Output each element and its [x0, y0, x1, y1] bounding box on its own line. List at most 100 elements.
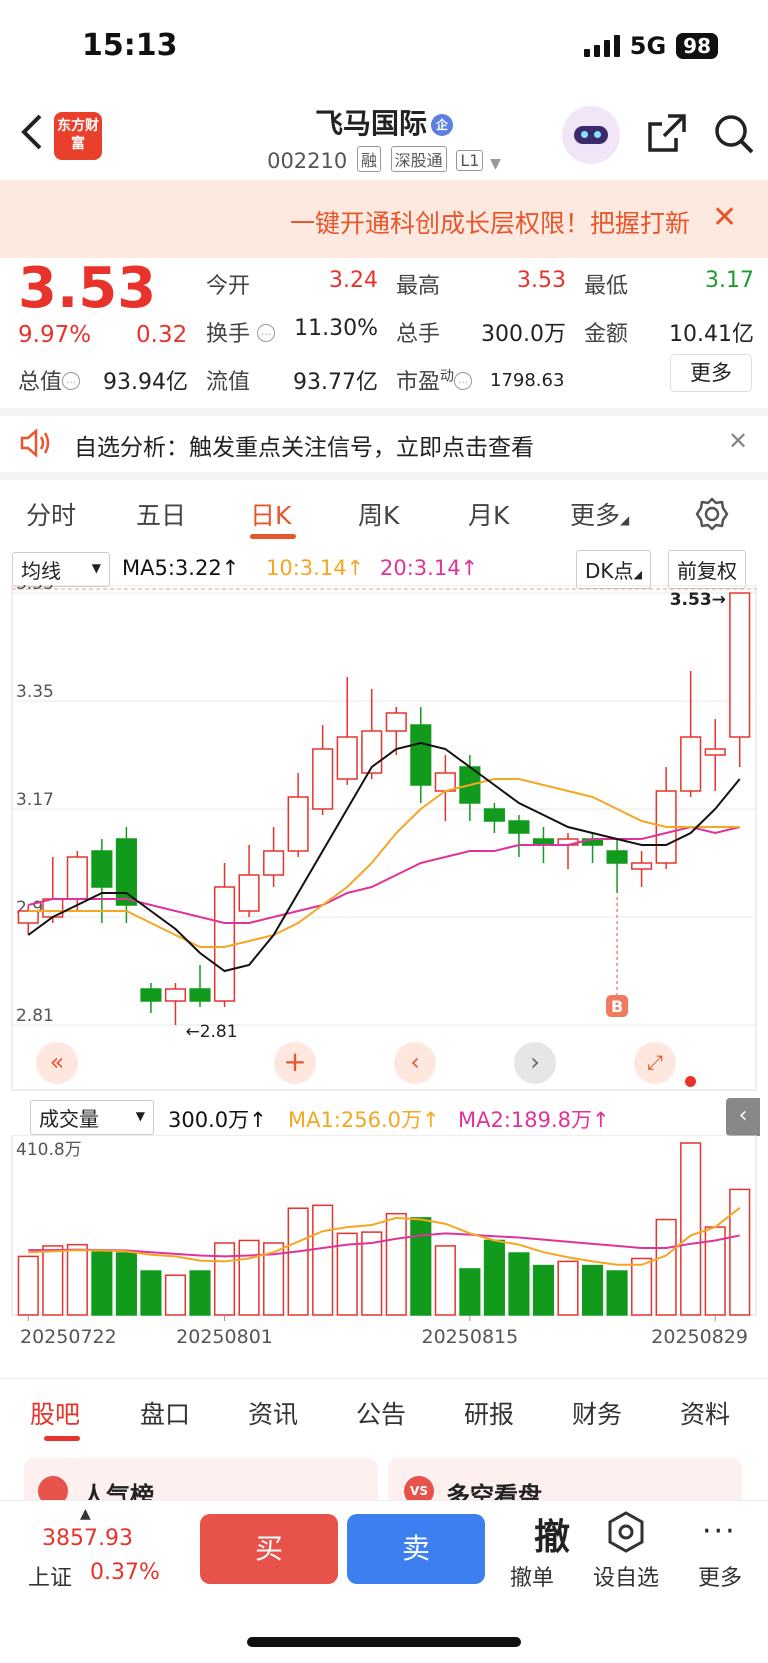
live-dot [685, 1076, 696, 1087]
volume-bar [91, 1251, 113, 1316]
zoom-in-icon[interactable]: + [274, 1042, 316, 1084]
search-icon[interactable] [712, 112, 756, 156]
tab-profile[interactable]: 资料 [680, 1395, 730, 1431]
more-button[interactable]: 更多 [680, 1560, 760, 1592]
adjust-button[interactable]: 前复权 [668, 550, 746, 589]
pe-label: 市盈动… [396, 364, 473, 396]
divider [0, 408, 768, 416]
candle-body [91, 850, 113, 888]
volume-bar [66, 1243, 88, 1316]
index-value[interactable]: 3857.93 [42, 1526, 133, 1551]
tab-more[interactable]: 更多◢ [570, 496, 629, 532]
info-icon[interactable]: … [454, 372, 473, 390]
amount-label: 金额 [584, 322, 629, 347]
change-percent: 9.97% [18, 322, 92, 348]
volume-bar [140, 1270, 162, 1316]
tab-announcements[interactable]: 公告 [356, 1395, 406, 1431]
x-tick-label: 20250722 [20, 1326, 117, 1348]
close-icon[interactable]: ✕ [728, 427, 748, 455]
current-price: 3.53 [18, 256, 157, 321]
speaker-icon [20, 428, 50, 458]
y-tick-label: 2.81 [16, 1006, 54, 1026]
volume-bar [459, 1268, 481, 1316]
open-label: 今开 [206, 274, 251, 299]
tab-monthly-k[interactable]: 月K [468, 496, 509, 532]
scroll-left-double-icon[interactable]: « [36, 1042, 78, 1084]
add-watchlist-button[interactable]: 设自选 [586, 1560, 666, 1592]
volume-bar [606, 1270, 628, 1316]
status-time: 15:13 [82, 28, 178, 63]
settings-gear-icon[interactable] [694, 496, 730, 532]
cancel-order-button[interactable]: 撤单 [492, 1560, 572, 1592]
tab-daily-k[interactable]: 日K [250, 496, 291, 532]
network-type: 5G [629, 32, 667, 60]
ma5-value: MA5:3.22↑ [122, 556, 240, 580]
volume-bar [17, 1255, 39, 1316]
volume-bar [508, 1252, 530, 1316]
tab-news[interactable]: 资讯 [248, 1395, 298, 1431]
next-icon[interactable]: › [514, 1042, 556, 1084]
ma20-value: 20:3.14↑ [380, 556, 479, 580]
tag-level: L1 [456, 150, 484, 171]
previous-icon[interactable]: ‹ [394, 1042, 436, 1084]
ma-select[interactable]: 均线 ▼ [12, 552, 110, 587]
tab-financials[interactable]: 财务 [572, 1395, 622, 1431]
info-icon[interactable]: … [62, 372, 81, 390]
status-indicators: 5G 98 [583, 32, 718, 60]
sell-button[interactable]: 卖 [347, 1514, 485, 1584]
chevron-down-icon[interactable]: ▼ [490, 156, 501, 172]
tab-research[interactable]: 研报 [464, 1395, 514, 1431]
tab-weekly-k[interactable]: 周K [358, 496, 399, 532]
candle-body [385, 712, 407, 732]
volume-bar [434, 1245, 456, 1316]
b-signal-label: B [611, 997, 623, 1016]
candle-body [189, 988, 211, 1002]
buy-button[interactable]: 买 [200, 1514, 338, 1584]
collapse-panel-icon[interactable]: ‹ [726, 1098, 760, 1136]
change-amount: 0.32 [136, 322, 188, 348]
y-tick-label: 3.35 [16, 682, 54, 702]
more-quote-button[interactable]: 更多 [670, 354, 752, 392]
amount-value: 10.41亿 [669, 322, 754, 347]
share-icon[interactable] [646, 112, 688, 154]
info-icon[interactable]: … [257, 324, 276, 342]
tab-intraday[interactable]: 分时 [26, 496, 76, 532]
more-dots-icon[interactable]: ··· [702, 1514, 737, 1549]
tab-five-day[interactable]: 五日 [136, 496, 186, 532]
notice-text[interactable]: 自选分析：触发重点关注信号，立即点击查看 [74, 428, 534, 462]
active-tab-underline [44, 1436, 80, 1441]
ai-assistant-icon[interactable] [562, 106, 620, 164]
close-icon[interactable]: ✕ [712, 200, 737, 235]
candle-body [483, 808, 505, 822]
add-watchlist-icon[interactable] [606, 1510, 646, 1554]
candle-body [680, 736, 702, 792]
volume-label: 总手 [396, 322, 441, 347]
candle-body [66, 856, 88, 900]
volume-value: 300.0万↑ [168, 1108, 267, 1132]
fullscreen-icon[interactable]: ⤢ [634, 1042, 676, 1084]
tab-order-book[interactable]: 盘口 [140, 1395, 190, 1431]
mktcap-label: 总值… [18, 364, 81, 396]
candlestick-chart[interactable]: 3.533.353.172.992.813.53→←2.81B [0, 585, 768, 1095]
high-value: 3.53 [517, 268, 566, 293]
y-tick-label: 3.17 [16, 790, 54, 810]
open-value: 3.24 [329, 268, 378, 293]
promo-text[interactable]: 一键开通科创成长层权限！把握打新 [0, 204, 700, 240]
tab-forum[interactable]: 股吧 [30, 1395, 80, 1431]
x-tick-label: 20250829 [651, 1326, 748, 1348]
volume-max-label: 410.8万 [16, 1140, 82, 1160]
candle-body [410, 724, 432, 786]
high-label: 最高 [396, 274, 441, 299]
dk-point-button[interactable]: DK点◢ [576, 550, 651, 589]
home-indicator [247, 1637, 521, 1647]
candle-body [631, 862, 653, 870]
cancel-order-icon[interactable]: 撤 [512, 1508, 592, 1560]
volume-bar [483, 1239, 505, 1316]
volume-bar [115, 1252, 137, 1316]
volume-chart[interactable]: 410.8万 20250722 20250801 20250815 20250829 [0, 1135, 768, 1360]
candle-body [508, 820, 530, 834]
battery-icon: 98 [676, 33, 718, 59]
index-percent: 0.37% [90, 1560, 160, 1585]
vol-ma2-value: MA2:189.8万↑ [458, 1108, 610, 1132]
volume-select[interactable]: 成交量 ▼ [30, 1100, 154, 1135]
